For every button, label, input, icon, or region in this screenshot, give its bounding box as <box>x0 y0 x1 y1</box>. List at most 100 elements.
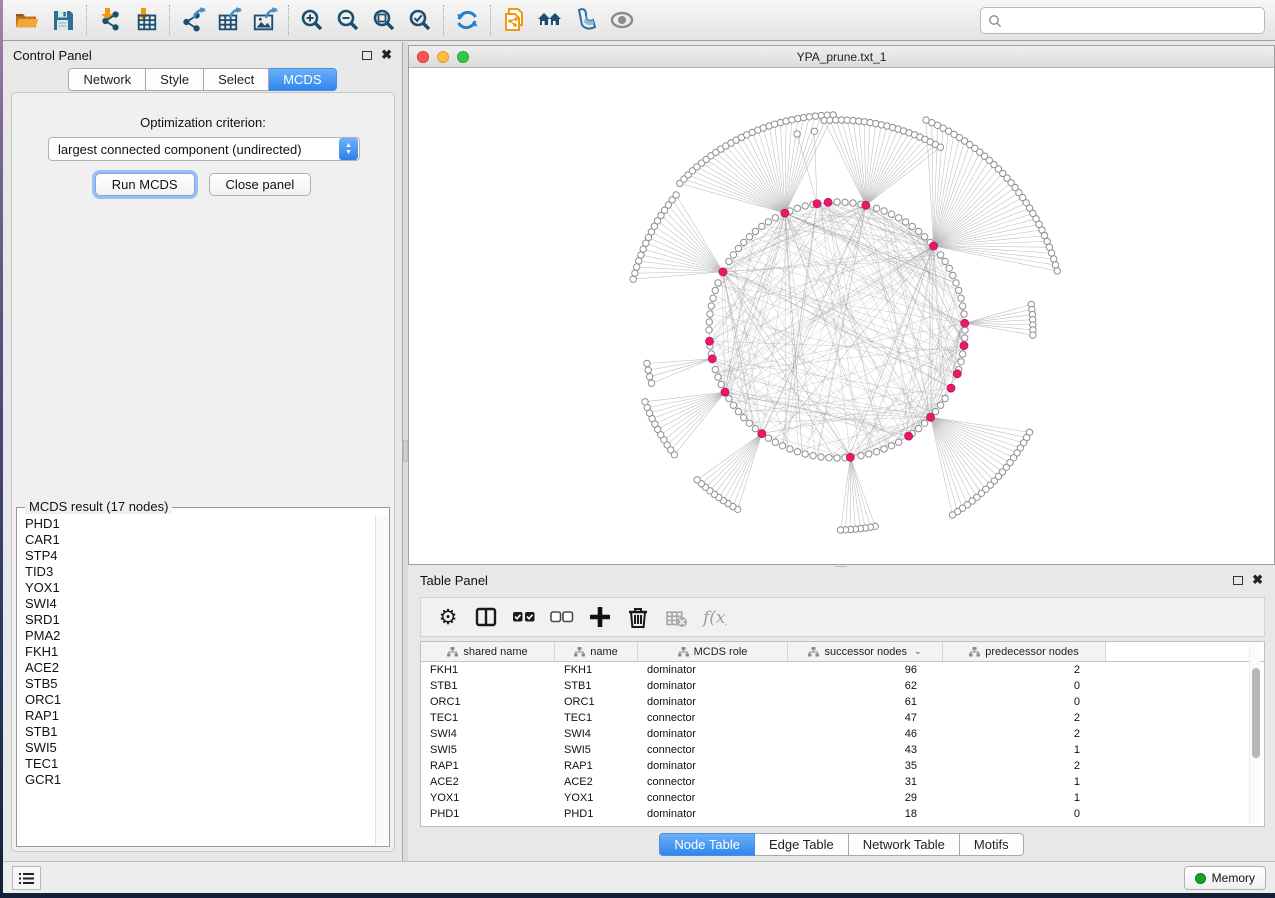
column-header-successor-nodes[interactable]: successor nodes⌄ <box>788 642 943 661</box>
network-from-selection-button[interactable] <box>496 1 532 39</box>
close-panel-button[interactable]: Close panel <box>209 173 312 196</box>
network-nodes[interactable] <box>630 112 1060 533</box>
cell-shared_name[interactable]: SWI4 <box>421 728 555 740</box>
cell-shared_name[interactable]: ACE2 <box>421 776 555 788</box>
minimize-window-icon[interactable] <box>437 51 449 63</box>
cell-shared_name[interactable]: TEC1 <box>421 712 555 724</box>
cell-predecessor_nodes[interactable]: 2 <box>943 664 1106 676</box>
tab-network-table[interactable]: Network Table <box>849 833 960 856</box>
cell-shared_name[interactable]: PHD1 <box>421 808 555 820</box>
show-hide-button[interactable] <box>604 1 640 39</box>
table-row[interactable]: SWI5SWI5connector431 <box>421 742 1264 758</box>
cell-name[interactable]: TEC1 <box>555 712 638 724</box>
scrollbar-thumb[interactable] <box>1252 668 1260 758</box>
cell-predecessor_nodes[interactable]: 2 <box>943 728 1106 740</box>
cell-successor_nodes[interactable]: 47 <box>788 712 943 724</box>
column-header-shared-name[interactable]: shared name <box>421 642 555 661</box>
tab-select[interactable]: Select <box>204 68 269 91</box>
cell-predecessor_nodes[interactable]: 0 <box>943 808 1106 820</box>
cell-shared_name[interactable]: STB1 <box>421 680 555 692</box>
cell-mcds_role[interactable]: dominator <box>638 664 788 676</box>
export-image-button[interactable] <box>247 1 283 39</box>
cell-predecessor_nodes[interactable]: 1 <box>943 776 1106 788</box>
table-row[interactable]: ACE2ACE2connector311 <box>421 774 1264 790</box>
mcds-result-item[interactable]: YOX1 <box>25 580 375 596</box>
cell-mcds_role[interactable]: dominator <box>638 760 788 772</box>
settings-button[interactable]: ⚙ <box>431 600 465 634</box>
cell-mcds_role[interactable]: dominator <box>638 696 788 708</box>
import-table-button[interactable] <box>128 1 164 39</box>
table-row[interactable]: STB1STB1dominator620 <box>421 678 1264 694</box>
memory-button[interactable]: Memory <box>1184 866 1266 890</box>
zoom-selected-button[interactable] <box>402 1 438 39</box>
column-header-MCDS-role[interactable]: MCDS role <box>638 642 788 661</box>
close-window-icon[interactable] <box>417 51 429 63</box>
cell-shared_name[interactable]: SWI5 <box>421 744 555 756</box>
mcds-result-item[interactable]: TID3 <box>25 564 375 580</box>
cell-predecessor_nodes[interactable]: 2 <box>943 760 1106 772</box>
columns-button[interactable] <box>469 600 503 634</box>
mcds-result-item[interactable]: ACE2 <box>25 660 375 676</box>
mcds-result-scrollbar[interactable] <box>375 516 388 845</box>
cell-name[interactable]: PHD1 <box>555 808 638 820</box>
mcds-result-item[interactable]: STP4 <box>25 548 375 564</box>
cell-successor_nodes[interactable]: 62 <box>788 680 943 692</box>
zoom-fit-button[interactable] <box>366 1 402 39</box>
float-panel-icon[interactable] <box>362 51 372 60</box>
criterion-dropdown[interactable]: largest connected component (undirected)… <box>48 137 360 161</box>
cell-mcds_role[interactable]: connector <box>638 792 788 804</box>
mcds-result-item[interactable]: RAP1 <box>25 708 375 724</box>
cell-name[interactable]: STB1 <box>555 680 638 692</box>
cell-successor_nodes[interactable]: 35 <box>788 760 943 772</box>
mcds-result-item[interactable]: TEC1 <box>25 756 375 772</box>
mcds-result-item[interactable]: STB1 <box>25 724 375 740</box>
float-table-panel-icon[interactable] <box>1233 576 1243 585</box>
table-row[interactable]: PHD1PHD1dominator180 <box>421 806 1264 822</box>
cell-shared_name[interactable]: FKH1 <box>421 664 555 676</box>
column-header-name[interactable]: name <box>555 642 638 661</box>
tab-network[interactable]: Network <box>68 68 146 91</box>
mcds-result-item[interactable]: FKH1 <box>25 644 375 660</box>
deselect-all-button[interactable] <box>545 600 579 634</box>
delete-button[interactable] <box>621 600 655 634</box>
tab-mcds[interactable]: MCDS <box>269 68 336 91</box>
cell-predecessor_nodes[interactable]: 0 <box>943 680 1106 692</box>
mcds-result-list[interactable]: PHD1CAR1STP4TID3YOX1SWI4SRD1PMA2FKH1ACE2… <box>18 516 375 845</box>
cell-mcds_role[interactable]: connector <box>638 776 788 788</box>
cell-predecessor_nodes[interactable]: 1 <box>943 792 1106 804</box>
show-panels-list-button[interactable] <box>12 866 41 890</box>
graphics-details-button[interactable] <box>568 1 604 39</box>
mcds-result-item[interactable]: STB5 <box>25 676 375 692</box>
mcds-result-item[interactable]: PMA2 <box>25 628 375 644</box>
cell-successor_nodes[interactable]: 61 <box>788 696 943 708</box>
search-input[interactable] <box>1007 11 1257 31</box>
cell-name[interactable]: ACE2 <box>555 776 638 788</box>
cell-name[interactable]: SWI4 <box>555 728 638 740</box>
mcds-result-item[interactable]: CAR1 <box>25 532 375 548</box>
cell-mcds_role[interactable]: dominator <box>638 680 788 692</box>
mcds-result-item[interactable]: SWI4 <box>25 596 375 612</box>
cell-predecessor_nodes[interactable]: 1 <box>943 744 1106 756</box>
maximize-window-icon[interactable] <box>457 51 469 63</box>
zoom-out-button[interactable] <box>330 1 366 39</box>
cell-predecessor_nodes[interactable]: 2 <box>943 712 1106 724</box>
mcds-result-item[interactable]: PHD1 <box>25 516 375 532</box>
cell-predecessor_nodes[interactable]: 0 <box>943 696 1106 708</box>
open-button[interactable] <box>9 1 45 39</box>
table-row[interactable]: FKH1FKH1dominator962 <box>421 662 1264 678</box>
mcds-result-item[interactable]: GCR1 <box>25 772 375 788</box>
column-header-predecessor-nodes[interactable]: predecessor nodes <box>943 642 1106 661</box>
cell-successor_nodes[interactable]: 31 <box>788 776 943 788</box>
cell-successor_nodes[interactable]: 96 <box>788 664 943 676</box>
cell-shared_name[interactable]: YOX1 <box>421 792 555 804</box>
table-row[interactable]: SWI4SWI4dominator462 <box>421 726 1264 742</box>
run-mcds-button[interactable]: Run MCDS <box>95 173 195 196</box>
cell-successor_nodes[interactable]: 46 <box>788 728 943 740</box>
cell-shared_name[interactable]: ORC1 <box>421 696 555 708</box>
mcds-result-item[interactable]: SRD1 <box>25 612 375 628</box>
tab-style[interactable]: Style <box>146 68 204 91</box>
import-network-button[interactable] <box>92 1 128 39</box>
network-window-titlebar[interactable]: YPA_prune.txt_1 <box>409 46 1274 68</box>
cell-name[interactable]: SWI5 <box>555 744 638 756</box>
cell-successor_nodes[interactable]: 18 <box>788 808 943 820</box>
